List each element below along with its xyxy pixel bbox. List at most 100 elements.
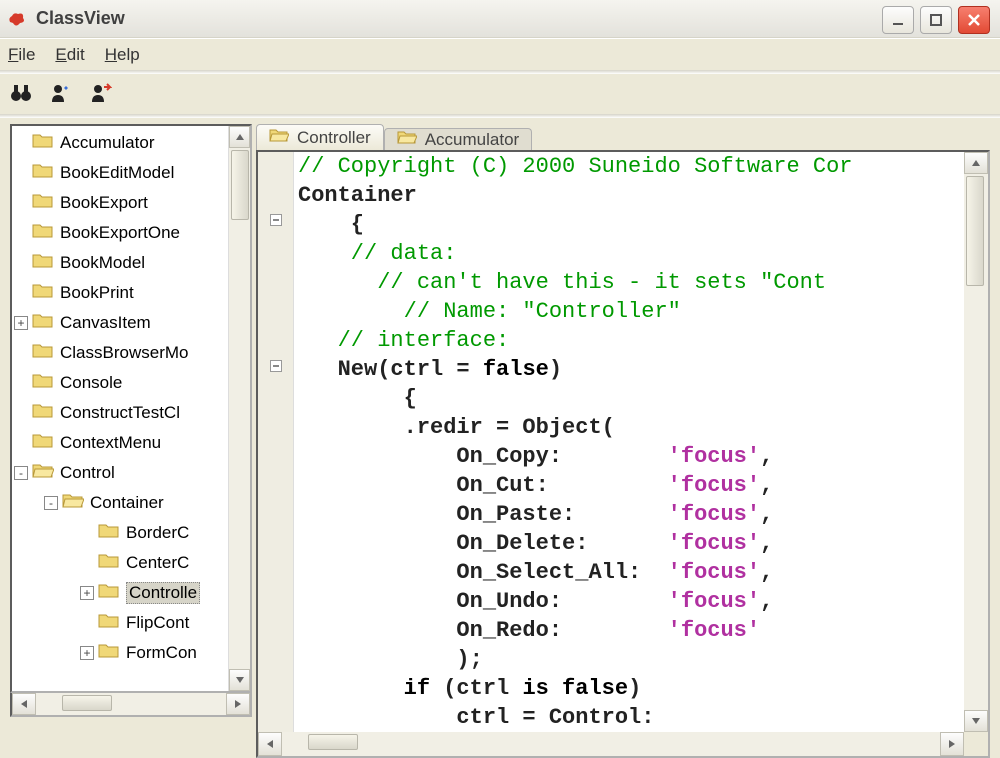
tree-item[interactable]: Accumulator (14, 128, 228, 158)
tree-label: Container (90, 493, 164, 513)
tree-label: BookExport (60, 193, 148, 213)
menubar: File Edit Help (0, 38, 1000, 70)
tree-item[interactable]: BorderC (14, 518, 228, 548)
tree-item[interactable]: ConstructTestCl (14, 398, 228, 428)
tab-accumulator[interactable]: Accumulator (384, 128, 532, 150)
tab-label: Controller (297, 128, 371, 148)
tree-item[interactable]: BookEditModel (14, 158, 228, 188)
tree-label: BookExportOne (60, 223, 180, 243)
scroll-up-icon[interactable] (964, 152, 988, 174)
scroll-left-icon[interactable] (258, 732, 282, 756)
tree-label: Controlle (126, 582, 200, 604)
fold-toggle[interactable] (270, 360, 282, 372)
scroll-right-icon[interactable] (226, 693, 250, 715)
folder-icon (32, 402, 54, 424)
tree-panel: Accumulator BookEditModel BookExport BookEx… (0, 118, 256, 721)
tree-hscrollbar[interactable] (10, 693, 252, 717)
folder-open-icon (269, 127, 289, 148)
tree-item[interactable]: Console (14, 368, 228, 398)
tree-label: FlipCont (126, 613, 189, 633)
folder-icon (98, 552, 120, 574)
window-title: ClassView (36, 8, 125, 29)
tree-item[interactable]: BookExportOne (14, 218, 228, 248)
folder-icon (32, 432, 54, 454)
folder-icon (32, 222, 54, 244)
scroll-corner (964, 732, 988, 756)
folder-icon (98, 522, 120, 544)
scroll-thumb[interactable] (966, 176, 984, 286)
menu-edit[interactable]: Edit (55, 45, 84, 65)
editor-vscrollbar[interactable] (964, 152, 988, 732)
scroll-thumb[interactable] (308, 734, 358, 750)
tab-label: Accumulator (425, 130, 519, 150)
person-arrow-icon[interactable] (90, 83, 112, 106)
tree-label: BookPrint (60, 283, 134, 303)
editor-frame: // Copyright (C) 2000 Suneido Software C… (256, 150, 990, 758)
tree-toggle[interactable]: + (80, 646, 94, 660)
tab-controller[interactable]: Controller (256, 124, 384, 150)
tree-item[interactable]: BookPrint (14, 278, 228, 308)
tree-toggle[interactable]: + (14, 316, 28, 330)
scroll-right-icon[interactable] (940, 732, 964, 756)
folder-icon (32, 162, 54, 184)
tree-toggle[interactable]: + (80, 586, 94, 600)
tree-label: ConstructTestCl (60, 403, 180, 423)
close-button[interactable] (958, 6, 990, 34)
tab-bar: Controller Accumulator (256, 124, 990, 150)
tree-label: BorderC (126, 523, 189, 543)
code-editor[interactable]: // Copyright (C) 2000 Suneido Software C… (294, 152, 964, 732)
tree-item[interactable]: BookModel (14, 248, 228, 278)
tree-item[interactable]: BookExport (14, 188, 228, 218)
scroll-thumb[interactable] (231, 150, 249, 220)
scroll-left-icon[interactable] (12, 693, 36, 715)
folder-icon (98, 582, 120, 604)
folder-icon (32, 312, 54, 334)
tree-item[interactable]: + CanvasItem (14, 308, 228, 338)
tree-item[interactable]: ClassBrowserMo (14, 338, 228, 368)
tree-vscrollbar[interactable] (228, 126, 250, 691)
tree-item[interactable]: - Container (14, 488, 228, 518)
editor-panel: Controller Accumulator // Copyright (C) … (256, 118, 1000, 721)
tree-label: BookModel (60, 253, 145, 273)
tree-item[interactable]: + FormCon (14, 638, 228, 668)
folder-icon (32, 372, 54, 394)
minimize-button[interactable] (882, 6, 914, 34)
tree-label: Console (60, 373, 122, 393)
tree-toggle[interactable]: - (44, 496, 58, 510)
fold-toggle[interactable] (270, 214, 282, 226)
tree-item[interactable]: - Control (14, 458, 228, 488)
tree-item[interactable]: ContextMenu (14, 428, 228, 458)
person-sparkle-icon[interactable] (50, 83, 72, 106)
folder-icon (32, 342, 54, 364)
scroll-down-icon[interactable] (964, 710, 988, 732)
folder-icon (32, 282, 54, 304)
folder-icon (32, 462, 54, 484)
tree-toggle[interactable]: - (14, 466, 28, 480)
tree-label: BookEditModel (60, 163, 174, 183)
maximize-button[interactable] (920, 6, 952, 34)
tree-item[interactable]: CenterC (14, 548, 228, 578)
folder-icon (32, 132, 54, 154)
tree-label: CanvasItem (60, 313, 151, 333)
tree-label: Control (60, 463, 115, 483)
scroll-up-icon[interactable] (229, 126, 250, 148)
scroll-thumb[interactable] (62, 695, 112, 711)
toolbar (0, 74, 1000, 114)
fold-gutter[interactable] (258, 152, 294, 732)
folder-icon (32, 192, 54, 214)
tree-item[interactable]: FlipCont (14, 608, 228, 638)
editor-hscrollbar[interactable] (258, 732, 988, 756)
tree-item[interactable]: + Controlle (14, 578, 228, 608)
tree-label: ContextMenu (60, 433, 161, 453)
folder-open-icon (397, 129, 417, 150)
scroll-down-icon[interactable] (229, 669, 250, 691)
tree-label: ClassBrowserMo (60, 343, 188, 363)
app-icon (6, 8, 28, 30)
binoculars-icon[interactable] (10, 83, 32, 106)
menu-help[interactable]: Help (105, 45, 140, 65)
folder-icon (32, 252, 54, 274)
tree-content[interactable]: Accumulator BookEditModel BookExport BookEx… (12, 126, 228, 691)
menu-file[interactable]: File (8, 45, 35, 65)
folder-icon (98, 612, 120, 634)
tree-label: FormCon (126, 643, 197, 663)
